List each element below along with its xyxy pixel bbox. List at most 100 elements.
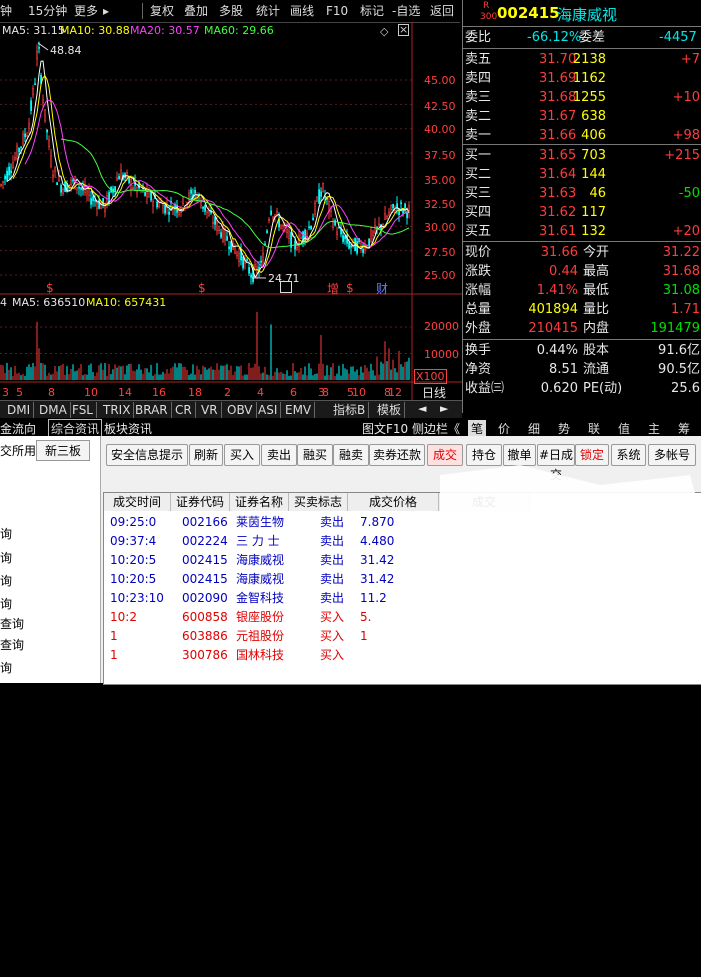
tab-dmi[interactable]: DMI <box>4 402 34 418</box>
ask-volume: 638 <box>581 107 606 126</box>
quote-tab[interactable]: 价 <box>498 420 510 437</box>
quote-tab[interactable]: 联 <box>588 420 600 437</box>
tab-asi[interactable]: ASI <box>255 402 281 418</box>
trade-button[interactable]: 安全信息提示 <box>106 444 188 466</box>
candle-body <box>73 180 74 181</box>
daily-period-label[interactable]: 日线 <box>422 384 446 401</box>
box-marker-icon[interactable] <box>280 281 292 293</box>
toolbar-mark[interactable]: 标记 <box>360 2 384 20</box>
col-header-name[interactable]: 证券名称 <box>230 493 289 511</box>
nav-query-item[interactable]: 询 <box>0 525 12 542</box>
candle-body <box>19 148 20 151</box>
stat-value: 1.71 <box>671 300 700 319</box>
stat-value: 191479 <box>650 319 700 338</box>
tab-template[interactable]: 模板 <box>374 402 405 418</box>
tab-third-board[interactable]: 新三板 <box>36 440 90 461</box>
quote-tab[interactable]: 笔 <box>468 420 486 437</box>
stat-row: 涨跌0.44最高31.68 <box>463 262 701 281</box>
toolbar-watchlist[interactable]: -自选 <box>392 2 420 20</box>
trade-button[interactable]: 刷新 <box>189 444 223 466</box>
candle-body <box>149 191 150 197</box>
kline-chart[interactable] <box>0 22 462 400</box>
toolbar-stats[interactable]: 统计 <box>256 2 280 20</box>
candle-body <box>59 176 60 181</box>
nav-query-item[interactable]: 询 <box>0 572 12 589</box>
x-axis-tick: 2 <box>224 386 231 399</box>
toolbar-adjust[interactable]: 复权 <box>150 2 174 20</box>
trade-button[interactable]: 融买 <box>297 444 333 466</box>
ask-volume: 2138 <box>573 50 606 69</box>
tab-indicator-b[interactable]: 指标B <box>330 402 369 418</box>
tab-cr[interactable]: CR <box>172 402 196 418</box>
nav-query-item[interactable]: 询 <box>0 549 12 566</box>
tab-f10-graphic[interactable]: 图文F10 <box>362 420 408 437</box>
toolbar-draw[interactable]: 画线 <box>290 2 314 20</box>
nav-query-item[interactable]: 查询 <box>0 615 24 632</box>
toolbar-more-arrow-icon[interactable]: ▸ <box>103 2 109 20</box>
dividend-marker[interactable]: $ <box>198 281 206 295</box>
nav-query-item[interactable]: 询 <box>0 595 12 612</box>
candle-body <box>45 109 46 120</box>
nav-query-item[interactable]: 询 <box>0 659 12 676</box>
toolbar-period-minute[interactable]: 钟 <box>0 2 12 20</box>
tab-emv[interactable]: EMV <box>282 402 315 418</box>
toolbar-multi[interactable]: 多股 <box>219 2 243 20</box>
bid-volume: 132 <box>581 222 606 241</box>
cell-name: 海康威视 <box>236 570 284 589</box>
tab-scroll-left-icon[interactable]: ◄ <box>418 402 426 415</box>
toolbar-overlay[interactable]: 叠加 <box>184 2 208 20</box>
tab-exchange[interactable]: 交所用 <box>0 442 36 459</box>
trade-button[interactable]: 买入 <box>224 444 260 466</box>
tab-scroll-right-icon[interactable]: ► <box>440 402 448 415</box>
quote-tab[interactable]: 势 <box>558 420 570 437</box>
cell-code: 002166 <box>182 513 228 532</box>
col-header-time[interactable]: 成交时间 <box>104 493 171 511</box>
candle-body <box>243 257 244 268</box>
trade-button[interactable]: 卖出 <box>261 444 297 466</box>
dividend-marker[interactable]: $ <box>346 281 354 295</box>
tab-vr[interactable]: VR <box>198 402 222 418</box>
toolbar-back[interactable]: 返回 <box>430 2 454 20</box>
x-axis-tick: 18 <box>188 386 202 399</box>
toolbar-15min[interactable]: 15分钟 <box>28 2 67 20</box>
nav-query-item[interactable]: 询 <box>0 960 12 977</box>
candle-body <box>263 253 264 265</box>
ask-row: 卖五31.702138+7 <box>463 50 701 69</box>
quote-tab[interactable]: 细 <box>528 420 540 437</box>
cell-name: 海康威视 <box>236 551 284 570</box>
x-axis-tick: 10 <box>84 386 98 399</box>
tab-trix[interactable]: TRIX <box>100 402 134 418</box>
candle-body <box>51 156 52 166</box>
quote-tab[interactable]: 主 <box>648 420 660 437</box>
candle-body <box>405 204 406 208</box>
ask-volume: 1255 <box>573 88 606 107</box>
stock-name[interactable]: 海康威视 <box>557 4 617 25</box>
toolbar-f10[interactable]: F10 <box>326 2 348 20</box>
tab-sidebar[interactable]: 侧边栏《 <box>412 420 460 437</box>
price-axis-label: 27.50 <box>424 246 456 259</box>
candle-body <box>375 225 376 233</box>
bid-volume: 703 <box>581 146 606 165</box>
add-shares-marker[interactable]: 增 <box>327 280 339 297</box>
tab-fund-flow[interactable]: 金流向 <box>0 420 36 437</box>
cell-code: 002224 <box>182 532 228 551</box>
candle-body <box>225 229 226 240</box>
quote-tab[interactable]: 值 <box>618 420 630 437</box>
cell-time: 1 <box>110 627 118 646</box>
nav-query-item[interactable]: 查询 <box>0 636 24 653</box>
candle-body <box>379 224 380 225</box>
tab-fsl[interactable]: FSL <box>69 402 97 418</box>
tab-brar[interactable]: BRAR <box>132 402 172 418</box>
bid-price: 31.62 <box>539 203 576 222</box>
ask-change: +10 <box>673 88 700 107</box>
tab-dma[interactable]: DMA <box>36 402 71 418</box>
candle-body <box>209 212 210 216</box>
finance-marker[interactable]: 财 <box>376 280 388 297</box>
col-header-code[interactable]: 证券代码 <box>171 493 230 511</box>
candle-body <box>137 187 138 192</box>
tab-obv[interactable]: OBV <box>224 402 257 418</box>
quote-tab[interactable]: 筹 <box>678 420 690 437</box>
dividend-marker[interactable]: $ <box>46 281 54 295</box>
tab-sector-news[interactable]: 板块资讯 <box>104 420 152 437</box>
toolbar-more[interactable]: 更多 <box>74 2 98 20</box>
